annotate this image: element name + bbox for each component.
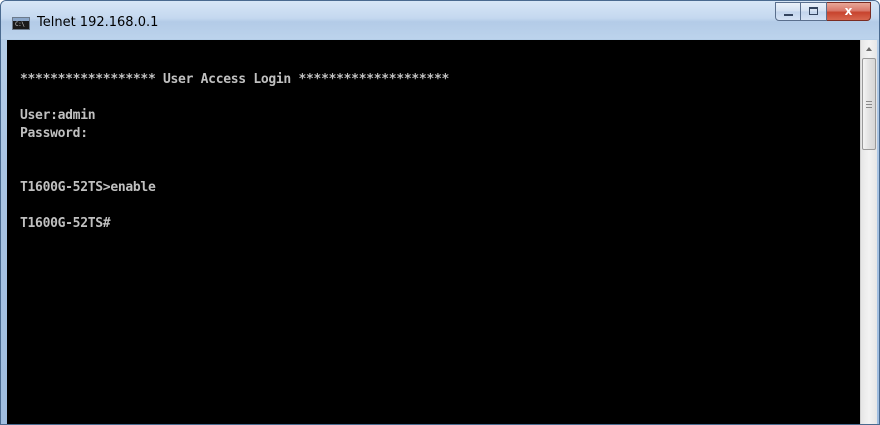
window-title: Telnet 192.168.0.1 [37, 15, 159, 30]
scroll-up-arrow-icon [866, 46, 872, 51]
title-bar[interactable]: C:\ Telnet 192.168.0.1 x [1, 1, 879, 39]
console-line-user: User:admin [20, 108, 96, 123]
telnet-window: C:\ Telnet 192.168.0.1 x ***************… [0, 0, 880, 425]
scroll-up-button[interactable] [861, 40, 877, 57]
maximize-icon [809, 7, 818, 15]
maximize-button[interactable] [801, 2, 827, 21]
console-line-password: Password: [20, 126, 88, 141]
console-icon[interactable]: C:\ [12, 17, 30, 30]
console-line-prompt[interactable]: T1600G-52TS# [20, 215, 449, 233]
caption-buttons: x [775, 2, 871, 22]
minimize-button[interactable] [775, 2, 801, 21]
scroll-thumb[interactable] [862, 58, 876, 150]
console-output: ****************** User Access Login ***… [20, 71, 449, 233]
vertical-scrollbar[interactable] [860, 40, 877, 424]
console-line-blank [20, 143, 449, 161]
grip-line [866, 101, 872, 102]
grip-line [866, 107, 872, 108]
console-line-banner: ****************** User Access Login ***… [20, 72, 450, 87]
grip-line [866, 104, 872, 105]
console-line-blank [20, 89, 449, 107]
minimize-icon [784, 14, 793, 16]
close-button[interactable]: x [827, 2, 871, 21]
console-area[interactable]: ****************** User Access Login ***… [7, 40, 860, 424]
close-icon: x [844, 4, 853, 18]
console-line-blank [20, 197, 449, 215]
console-line-blank [20, 161, 449, 179]
console-line-enable-command: T1600G-52TS>enable [20, 180, 156, 195]
